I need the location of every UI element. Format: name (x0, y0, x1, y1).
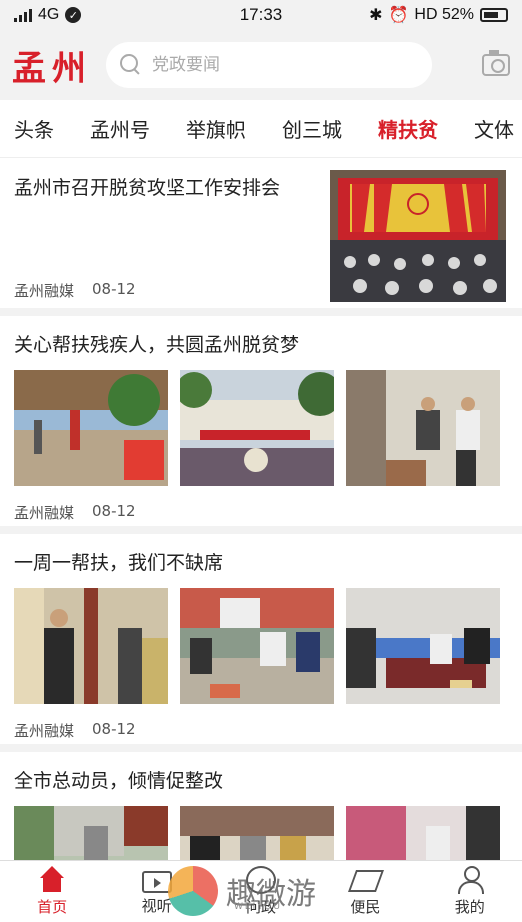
news-pics (14, 370, 500, 486)
meeting-photo (330, 170, 506, 302)
status-left: 4G ✓ (14, 6, 82, 24)
tab-chuangsancheng[interactable]: 创三城 (282, 114, 342, 143)
home-icon (37, 866, 67, 894)
news-item[interactable]: 孟州市召开脱贫攻坚工作安排会 孟州融媒 08-12 (0, 158, 522, 308)
news-photo (180, 806, 334, 860)
news-title: 关心帮扶残疾人，共圆孟州脱贫梦 (14, 334, 300, 356)
news-meta: 孟州融媒 08-12 (14, 280, 136, 301)
news-photo (180, 370, 334, 486)
tab-mengzhou-hao[interactable]: 孟州号 (90, 114, 150, 143)
news-item[interactable]: 全市总动员，倾情促整改 (0, 752, 522, 860)
status-right: ✱ ⏰ HD 52% (369, 5, 508, 25)
status-bar: 4G ✓ 17:33 ✱ ⏰ HD 52% (0, 0, 522, 30)
search-input[interactable] (152, 55, 392, 75)
news-photo (180, 588, 334, 704)
tabbar-home[interactable]: 首页 (12, 866, 92, 917)
news-date: 08-12 (92, 502, 136, 520)
tab-culture-sports[interactable]: 文体 (474, 114, 514, 143)
news-source: 孟州融媒 (14, 722, 75, 740)
news-date: 08-12 (92, 720, 136, 738)
watermark-subtext: WEIYOU (234, 902, 282, 912)
tabbar-label: 我的 (454, 898, 485, 916)
news-item[interactable]: 关心帮扶残疾人，共圆孟州脱贫梦 孟州融媒 08-12 (0, 316, 522, 526)
bluetooth-icon: ✱ (369, 7, 383, 24)
app-header: 孟州 (0, 30, 522, 100)
news-source: 孟州融媒 (14, 504, 75, 522)
news-title: 孟州市召开脱贫攻坚工作安排会 (14, 177, 281, 199)
news-photo (346, 370, 500, 486)
user-icon (455, 866, 485, 894)
signal-icon (14, 8, 32, 22)
status-right-text: HD 52% (414, 6, 474, 23)
battery-icon (480, 8, 508, 22)
watermark-logo: 趣微游 WEIYOU (168, 862, 378, 920)
tab-poverty-alleviation[interactable]: 精扶贫 (378, 114, 438, 143)
news-meta: 孟州融媒 08-12 (14, 720, 136, 741)
news-item[interactable]: 一周一帮扶，我们不缺席 孟州融媒 08-12 (0, 534, 522, 744)
news-feed: 孟州市召开脱贫攻坚工作安排会 孟州融媒 08-12 关心帮扶残疾人，共圆孟州脱贫… (0, 158, 522, 860)
check-icon: ✓ (65, 7, 82, 23)
news-source: 孟州融媒 (14, 282, 75, 300)
news-pics (14, 588, 500, 704)
carrier-label: 4G (38, 6, 60, 23)
news-photo (14, 806, 168, 860)
news-photo (346, 588, 500, 704)
news-title: 全市总动员，倾情促整改 (14, 770, 224, 792)
search-bar[interactable] (106, 42, 432, 88)
news-photo (14, 370, 168, 486)
tabbar-label: 首页 (37, 898, 68, 916)
news-date: 08-12 (92, 280, 136, 298)
news-meta: 孟州融媒 08-12 (14, 502, 136, 523)
tabbar-profile[interactable]: 我的 (430, 866, 510, 917)
tab-juqizhi[interactable]: 举旗帜 (186, 114, 246, 143)
camera-icon[interactable] (482, 50, 510, 76)
channel-tabs: 头条 孟州号 举旗帜 创三城 精扶贫 文体 (0, 100, 522, 158)
watermark-icon (168, 866, 218, 916)
app-logo: 孟州 (12, 48, 92, 89)
alarm-icon: ⏰ (388, 7, 409, 24)
search-icon (120, 54, 142, 76)
news-pics (14, 806, 500, 860)
tab-headlines[interactable]: 头条 (14, 114, 54, 143)
news-photo (346, 806, 500, 860)
news-title: 一周一帮扶，我们不缺席 (14, 552, 224, 574)
news-photo (14, 588, 168, 704)
